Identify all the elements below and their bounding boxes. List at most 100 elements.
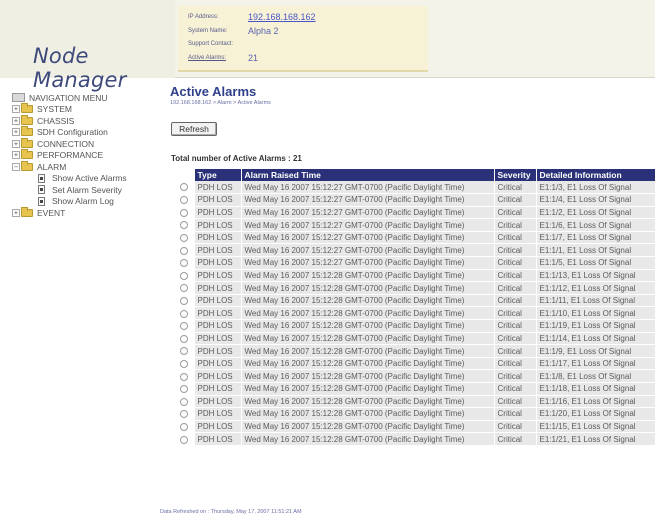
table-row[interactable]: PDH LOS Wed May 16 2007 15:12:27 GMT-0700… [174,231,655,245]
nav-item-performance[interactable]: + PERFORMANCE [12,149,157,162]
row-radio-button[interactable] [179,309,188,318]
cell-detailed-information: E1:1/11, E1 Loss Of Signal [536,294,655,308]
row-radio-button[interactable] [179,385,188,394]
expand-icon[interactable]: + [12,116,20,125]
row-radio-button[interactable] [179,322,188,331]
cell-severity: Critical [494,206,537,220]
ip-address-row: IP Address: 192.168.168.162 [188,12,316,22]
expand-icon[interactable]: + [12,151,20,160]
row-radio-button[interactable] [179,246,188,255]
row-radio-button[interactable] [179,422,188,431]
header-select-column [174,169,195,181]
table-row[interactable]: PDH LOS Wed May 16 2007 15:12:28 GMT-0700… [174,344,655,358]
table-row[interactable]: PDH LOS Wed May 16 2007 15:12:28 GMT-0700… [174,407,655,421]
nav-item-chassis[interactable]: + CHASSIS [12,114,157,127]
folder-icon [21,114,33,125]
cell-severity: Critical [494,193,537,207]
cell-type: PDH LOS [194,181,242,195]
nav-item-label: SDH Configuration [37,127,108,138]
row-radio-button[interactable] [179,297,188,306]
row-radio-button[interactable] [179,372,188,381]
expand-icon[interactable]: + [12,139,20,148]
cell-type: PDH LOS [194,344,242,358]
cell-alarm-raised-time: Wed May 16 2007 15:12:27 GMT-0700 (Pacif… [241,243,495,258]
logo-area: Node Manager [0,0,175,92]
cell-type: PDH LOS [194,357,242,371]
cell-type: PDH LOS [194,395,242,409]
row-radio-button[interactable] [179,334,188,343]
expand-icon[interactable]: + [12,105,20,114]
table-row[interactable]: PDH LOS Wed May 16 2007 15:12:28 GMT-0700… [174,432,655,446]
row-radio-button[interactable] [179,196,188,205]
cell-alarm-raised-time: Wed May 16 2007 15:12:27 GMT-0700 (Pacif… [241,218,495,232]
expand-icon[interactable]: + [12,208,20,217]
cell-alarm-raised-time: Wed May 16 2007 15:12:28 GMT-0700 (Pacif… [241,357,495,371]
table-row[interactable]: PDH LOS Wed May 16 2007 15:12:27 GMT-0700… [174,218,655,232]
cell-type: PDH LOS [194,382,242,396]
cell-severity: Critical [494,319,537,333]
row-radio-button[interactable] [179,410,188,419]
system-name-row: System Name: Alpha 2 [188,26,279,36]
table-row[interactable]: PDH LOS Wed May 16 2007 15:12:28 GMT-0700… [174,294,655,308]
table-row[interactable]: PDH LOS Wed May 16 2007 15:12:28 GMT-0700… [174,369,655,383]
collapse-icon[interactable]: − [12,162,20,171]
cell-type: PDH LOS [194,281,242,295]
table-row[interactable]: PDH LOS Wed May 16 2007 15:12:28 GMT-0700… [174,281,655,295]
table-row[interactable]: PDH LOS Wed May 16 2007 15:12:28 GMT-0700… [174,357,655,371]
nav-item-show-alarm-log[interactable]: Show Alarm Log [12,196,157,208]
cell-alarm-raised-time: Wed May 16 2007 15:12:28 GMT-0700 (Pacif… [241,432,495,446]
app-logo: Node Manager [33,44,127,92]
cell-detailed-information: E1:1/2, E1 Loss Of Signal [536,206,655,220]
table-row[interactable]: PDH LOS Wed May 16 2007 15:12:28 GMT-0700… [174,332,655,346]
nav-item-sdh-configuration[interactable]: + SDH Configuration [12,126,157,139]
table-row[interactable]: PDH LOS Wed May 16 2007 15:12:28 GMT-0700… [174,395,655,409]
row-radio-button[interactable] [179,259,188,268]
page-icon [38,173,45,183]
table-row[interactable]: PDH LOS Wed May 16 2007 15:12:28 GMT-0700… [174,269,655,283]
table-row[interactable]: PDH LOS Wed May 16 2007 15:12:27 GMT-0700… [174,256,655,270]
row-radio-button[interactable] [179,284,188,293]
row-select-cell [174,218,195,232]
cell-alarm-raised-time: Wed May 16 2007 15:12:27 GMT-0700 (Pacif… [241,231,495,245]
row-radio-button[interactable] [179,360,188,368]
row-radio-button[interactable] [179,271,188,280]
folder-icon [21,103,33,114]
table-row[interactable]: PDH LOS Wed May 16 2007 15:12:27 GMT-0700… [174,243,655,258]
nav-item-event[interactable]: + EVENT [12,206,157,219]
row-select-cell [174,332,195,346]
row-radio-button[interactable] [179,347,188,356]
row-select-cell [174,243,195,258]
nav-item-alarm[interactable]: − ALARM [12,160,157,173]
row-select-cell [174,357,195,371]
nav-item-connection[interactable]: + CONNECTION [12,137,157,150]
nav-item-label: PERFORMANCE [37,150,104,161]
table-row[interactable]: PDH LOS Wed May 16 2007 15:12:28 GMT-0700… [174,306,655,321]
cell-alarm-raised-time: Wed May 16 2007 15:12:28 GMT-0700 (Pacif… [241,281,495,295]
cell-detailed-information: E1:1/13, E1 Loss Of Signal [536,269,655,283]
row-radio-button[interactable] [179,397,188,406]
row-radio-button[interactable] [179,234,188,243]
active-alarms-label-link[interactable]: Active Alarms: [188,55,248,61]
nav-item-system[interactable]: + SYSTEM [12,103,157,116]
refresh-button[interactable]: Refresh [171,122,217,136]
breadcrumb[interactable]: 192.168.168.162 > Alarm > Active Alarms [170,100,655,106]
table-row[interactable]: PDH LOS Wed May 16 2007 15:12:28 GMT-0700… [174,420,655,434]
table-row[interactable]: PDH LOS Wed May 16 2007 15:12:27 GMT-0700… [174,181,655,195]
nav-item-show-active-alarms[interactable]: Show Active Alarms [12,173,157,185]
nav-item-set-alarm-severity[interactable]: Set Alarm Severity [12,184,157,196]
table-row[interactable]: PDH LOS Wed May 16 2007 15:12:28 GMT-0700… [174,319,655,333]
table-row[interactable]: PDH LOS Wed May 16 2007 15:12:28 GMT-0700… [174,382,655,396]
ip-address-link[interactable]: 192.168.168.162 [248,12,316,22]
cell-severity: Critical [494,357,537,371]
cell-severity: Critical [494,181,537,195]
cell-detailed-information: E1:1/17, E1 Loss Of Signal [536,357,655,371]
expand-icon[interactable]: + [12,128,20,137]
table-row[interactable]: PDH LOS Wed May 16 2007 15:12:27 GMT-0700… [174,193,655,207]
row-radio-button[interactable] [179,221,188,230]
row-select-cell [174,382,195,396]
row-radio-button[interactable] [179,435,188,444]
table-row[interactable]: PDH LOS Wed May 16 2007 15:12:27 GMT-0700… [174,206,655,220]
row-radio-button[interactable] [179,183,188,192]
cell-severity: Critical [494,269,537,283]
row-radio-button[interactable] [179,208,188,217]
